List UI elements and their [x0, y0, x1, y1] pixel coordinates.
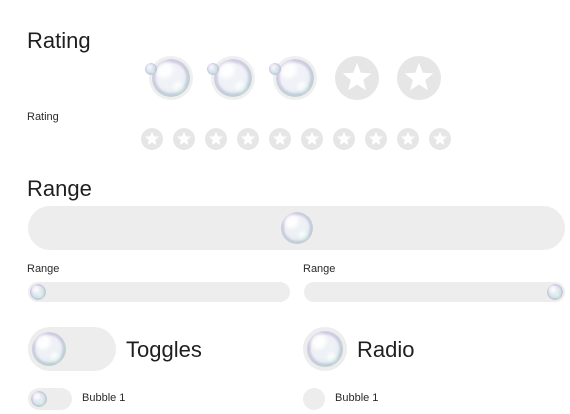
toggle-bubble-1-label: Bubble 1 — [82, 392, 126, 404]
bubble-icon — [214, 59, 252, 97]
star-icon — [342, 62, 372, 91]
star-icon[interactable] — [429, 128, 451, 150]
star-icon — [368, 131, 384, 146]
star-icon[interactable] — [333, 128, 355, 150]
radio-dot-bubble-icon — [307, 331, 343, 367]
toggles-title: Toggles — [126, 337, 202, 362]
star-icon — [432, 131, 448, 146]
toggle-knob-bubble-icon — [31, 391, 47, 407]
radio-bubble-1-label: Bubble 1 — [335, 392, 379, 404]
star-icon[interactable] — [269, 128, 291, 150]
star-icon[interactable] — [141, 128, 163, 150]
slider-thumb-bubble-icon[interactable] — [30, 284, 46, 300]
bubble-icon — [269, 62, 282, 75]
large-rating[interactable] — [145, 56, 449, 102]
toggle-bubble-1[interactable] — [28, 388, 72, 410]
star-icon — [240, 131, 256, 146]
star-icon[interactable] — [173, 128, 195, 150]
rating-bubble-icon[interactable] — [207, 56, 255, 100]
range-right-label: Range — [303, 263, 336, 275]
star-icon[interactable] — [335, 56, 379, 100]
star-icon[interactable] — [301, 128, 323, 150]
star-icon — [144, 131, 160, 146]
range-left-label: Range — [27, 263, 60, 275]
rating-bubble-icon[interactable] — [145, 56, 193, 100]
star-icon[interactable] — [205, 128, 227, 150]
slider-thumb-bubble-icon[interactable] — [547, 284, 563, 300]
star-icon — [404, 62, 434, 91]
toggles-main-switch[interactable] — [28, 327, 116, 371]
radio-title: Radio — [357, 337, 415, 362]
star-icon — [272, 131, 288, 146]
bubble-icon — [145, 62, 158, 75]
rating-title: Rating — [27, 28, 91, 53]
toggle-knob-bubble-icon — [32, 332, 66, 366]
bubble-icon — [152, 59, 190, 97]
star-icon — [400, 131, 416, 146]
star-icon[interactable] — [237, 128, 259, 150]
star-icon — [176, 131, 192, 146]
range-slider-left[interactable] — [28, 282, 290, 302]
slider-thumb-bubble-icon[interactable] — [280, 212, 313, 244]
star-icon[interactable] — [365, 128, 387, 150]
small-rating[interactable] — [141, 128, 461, 152]
radio-bubble-1[interactable] — [303, 388, 325, 410]
radio-main[interactable] — [303, 327, 347, 371]
star-icon — [208, 131, 224, 146]
rating-bubble-icon[interactable] — [269, 56, 317, 100]
bubble-icon — [276, 59, 314, 97]
range-title: Range — [27, 176, 92, 201]
star-icon[interactable] — [397, 56, 441, 100]
star-icon — [304, 131, 320, 146]
range-slider-right[interactable] — [304, 282, 565, 302]
rating-small-label: Rating — [27, 111, 59, 123]
range-slider-main[interactable] — [28, 206, 565, 250]
star-icon[interactable] — [397, 128, 419, 150]
bubble-icon — [207, 62, 220, 75]
star-icon — [336, 131, 352, 146]
